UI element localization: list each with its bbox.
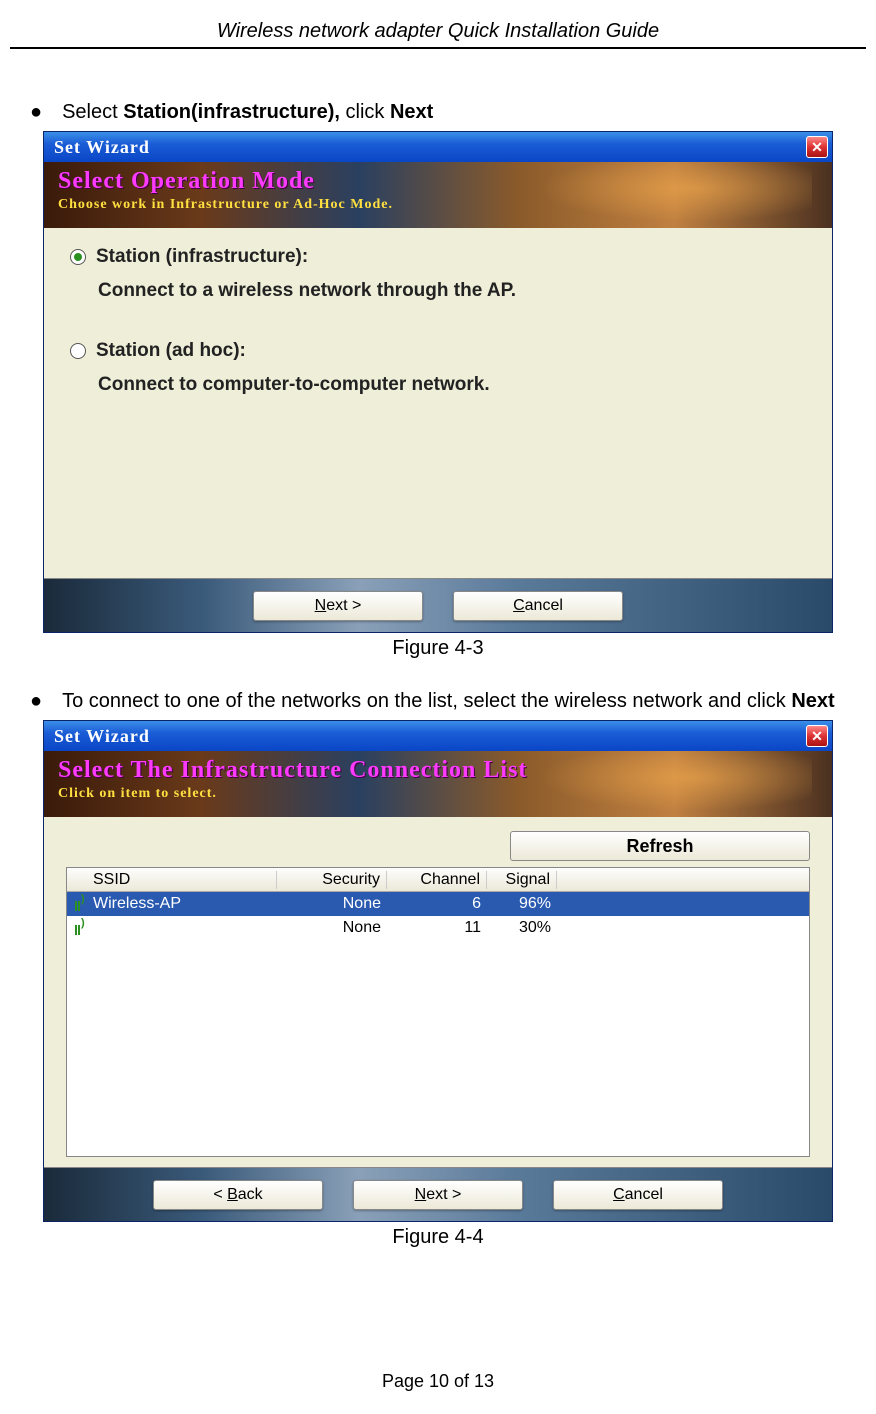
figure-caption: Figure 4-3 [392,637,483,660]
banner-subtitle: Click on item to select. [58,786,818,802]
radio-desc: Connect to computer-to-computer network. [98,374,806,396]
list-item[interactable]: None1130% [67,916,809,940]
signal-icon [73,897,87,911]
col-channel[interactable]: Channel [387,871,487,889]
banner-subtitle: Choose work in Infrastructure or Ad-Hoc … [58,197,818,213]
button-bar: < Back Next > Cancel [44,1167,832,1221]
dialog-body: Refresh SSID Security Channel Signal Wir… [44,817,832,1167]
signal-icon [73,921,87,935]
radio-label: Station (infrastructure): [96,246,308,268]
close-icon[interactable]: ✕ [806,136,828,158]
banner: Select Operation Mode Choose work in Inf… [44,162,832,228]
dialog-set-wizard-2: Set Wizard ✕ Select The Infrastructure C… [43,720,833,1222]
radio-label: Station (ad hoc): [96,340,246,362]
radio-station-adhoc[interactable]: Station (ad hoc): [70,340,806,362]
text-bold: Next [791,690,834,712]
cell-signal: 96% [487,895,557,913]
col-security[interactable]: Security [277,871,387,889]
instruction-1: ● Select Station(infrastructure), click … [30,99,866,125]
banner-title: Select The Infrastructure Connection Lis… [58,757,818,784]
titlebar-text: Set Wizard [54,137,150,158]
list-item[interactable]: Wireless-APNone696% [67,892,809,916]
banner-title: Select Operation Mode [58,168,818,195]
bullet-icon: ● [30,688,42,714]
radio-icon [70,249,86,265]
cancel-button[interactable]: Cancel [553,1180,723,1210]
figure-caption: Figure 4-4 [392,1226,483,1249]
cell-channel: 6 [387,895,487,913]
instruction-2: ● To connect to one of the networks on t… [30,688,866,714]
cell-signal: 30% [487,919,557,937]
list-header: SSID Security Channel Signal [67,868,809,892]
titlebar: Set Wizard ✕ [44,721,832,751]
next-button[interactable]: Next > [353,1180,523,1210]
page-footer: Page 10 of 13 [0,1371,876,1392]
radio-station-infrastructure[interactable]: Station (infrastructure): [70,246,806,268]
titlebar: Set Wizard ✕ [44,132,832,162]
cell-ssid: Wireless-AP [87,895,277,913]
col-signal[interactable]: Signal [487,871,557,889]
bullet-icon: ● [30,99,42,125]
radio-icon [70,343,86,359]
figure-4-4: Set Wizard ✕ Select The Infrastructure C… [10,720,866,1249]
cancel-button[interactable]: Cancel [453,591,623,621]
cell-security: None [277,895,387,913]
titlebar-text: Set Wizard [54,726,150,747]
close-icon[interactable]: ✕ [806,725,828,747]
cell-security: None [277,919,387,937]
refresh-button[interactable]: Refresh [510,831,810,861]
button-bar: Next > Cancel [44,578,832,632]
next-button[interactable]: Next > [253,591,423,621]
banner: Select The Infrastructure Connection Lis… [44,751,832,817]
text-bold: Next [390,101,433,123]
dialog-set-wizard-1: Set Wizard ✕ Select Operation Mode Choos… [43,131,833,633]
dialog-body: Station (infrastructure): Connect to a w… [44,228,832,578]
text: click [340,101,390,123]
text-bold: Station(infrastructure), [123,101,340,123]
back-button[interactable]: < Back [153,1180,323,1210]
text: Select [62,101,123,123]
figure-4-3: Set Wizard ✕ Select Operation Mode Choos… [10,131,866,660]
cell-channel: 11 [387,919,487,937]
text: To connect to one of the networks on the… [62,690,791,712]
doc-header: Wireless network adapter Quick Installat… [10,20,866,49]
radio-desc: Connect to a wireless network through th… [98,280,806,302]
network-list: SSID Security Channel Signal Wireless-AP… [66,867,810,1157]
col-ssid[interactable]: SSID [87,871,277,889]
